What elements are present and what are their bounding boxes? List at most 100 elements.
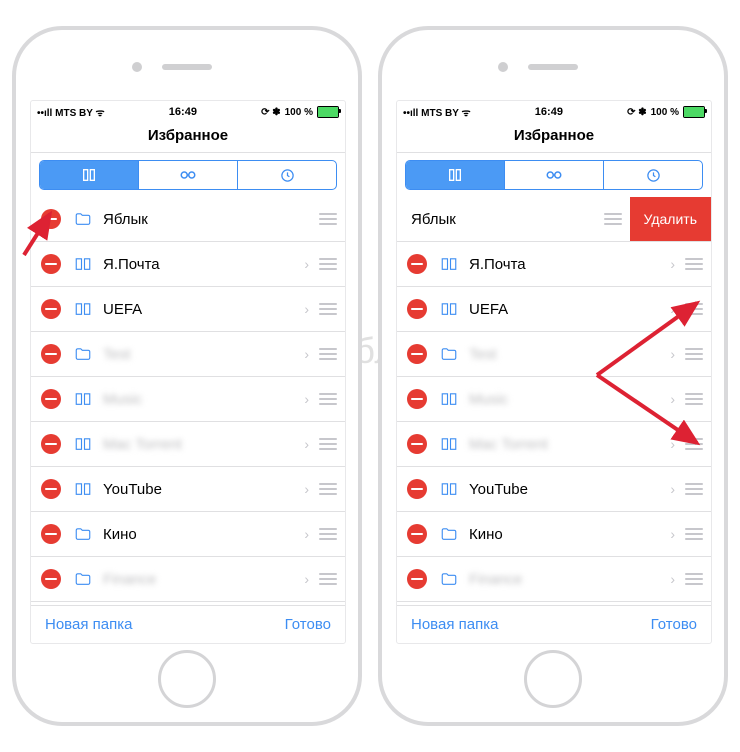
list-item[interactable]: YouTube›	[397, 467, 711, 512]
folder-icon	[73, 524, 93, 544]
list-item[interactable]: YouTube›	[31, 467, 345, 512]
drag-handle-icon[interactable]	[685, 483, 703, 495]
drag-handle-icon[interactable]	[685, 258, 703, 270]
chevron-right-icon: ›	[670, 571, 675, 587]
delete-minus-icon[interactable]	[41, 254, 61, 274]
list-item[interactable]: UEFA›	[397, 287, 711, 332]
phone-left: ••ıll MTS BY ᯤ 16:49 ⟳ ✽100 % Избранное	[12, 26, 362, 726]
done-button[interactable]: Готово	[651, 616, 697, 633]
list-item[interactable]: ЯблыкУдалить	[397, 197, 711, 242]
drag-handle-icon[interactable]	[604, 213, 622, 225]
delete-minus-icon[interactable]	[407, 389, 427, 409]
bookmark-icon	[439, 389, 459, 409]
item-title: Кино	[103, 526, 300, 543]
drag-handle-icon[interactable]	[685, 573, 703, 585]
drag-handle-icon[interactable]	[685, 348, 703, 360]
tab-reading-list[interactable]	[504, 161, 603, 189]
list-item[interactable]: Mac Torrent›	[397, 422, 711, 467]
item-title: UEFA	[103, 301, 300, 318]
bookmark-icon	[439, 254, 459, 274]
drag-handle-icon[interactable]	[685, 438, 703, 450]
page-title: Избранное	[397, 121, 711, 153]
drag-handle-icon[interactable]	[319, 258, 337, 270]
view-segmented-control[interactable]	[39, 160, 337, 190]
delete-minus-icon[interactable]	[41, 434, 61, 454]
delete-minus-icon[interactable]	[407, 254, 427, 274]
list-item[interactable]: Test›	[31, 332, 345, 377]
status-bar: ••ıll MTS BY ᯤ 16:49 ⟳ ✽100 %	[31, 101, 345, 121]
chevron-right-icon: ›	[304, 256, 309, 272]
new-folder-button[interactable]: Новая папка	[411, 616, 498, 633]
list-item[interactable]: Finance›	[397, 557, 711, 602]
chevron-right-icon: ›	[670, 346, 675, 362]
bookmark-icon	[73, 299, 93, 319]
item-title: Яблык	[103, 211, 315, 228]
tab-reading-list[interactable]	[138, 161, 237, 189]
clock: 16:49	[169, 106, 197, 118]
delete-minus-icon[interactable]	[407, 569, 427, 589]
list-item[interactable]: Finance›	[31, 557, 345, 602]
delete-minus-icon[interactable]	[407, 299, 427, 319]
tab-bookmarks[interactable]	[40, 161, 138, 189]
list-item[interactable]: Mac Torrent›	[31, 422, 345, 467]
bookmarks-list: ЯблыкУдалитьЯ.Почта›UEFA›Test›Music›Mac …	[397, 197, 711, 605]
front-camera	[132, 62, 142, 72]
delete-minus-icon[interactable]	[41, 344, 61, 364]
page-title: Избранное	[31, 121, 345, 153]
drag-handle-icon[interactable]	[685, 393, 703, 405]
item-title: YouTube	[103, 481, 300, 498]
drag-handle-icon[interactable]	[685, 303, 703, 315]
chevron-right-icon: ›	[304, 391, 309, 407]
delete-minus-icon[interactable]	[407, 344, 427, 364]
delete-minus-icon[interactable]	[407, 524, 427, 544]
delete-minus-icon[interactable]	[41, 569, 61, 589]
chevron-right-icon: ›	[670, 481, 675, 497]
drag-handle-icon[interactable]	[319, 438, 337, 450]
bookmark-icon	[73, 479, 93, 499]
chevron-right-icon: ›	[304, 301, 309, 317]
view-segmented-control[interactable]	[405, 160, 703, 190]
tab-bookmarks[interactable]	[406, 161, 504, 189]
delete-minus-icon[interactable]	[407, 479, 427, 499]
drag-handle-icon[interactable]	[319, 213, 337, 225]
item-title: Finance	[103, 571, 300, 588]
list-item[interactable]: Music›	[31, 377, 345, 422]
chevron-right-icon: ›	[304, 436, 309, 452]
list-item[interactable]: Music›	[397, 377, 711, 422]
done-button[interactable]: Готово	[285, 616, 331, 633]
drag-handle-icon[interactable]	[319, 528, 337, 540]
list-item[interactable]: Кино›	[397, 512, 711, 557]
item-title: Finance	[469, 571, 666, 588]
delete-minus-icon[interactable]	[41, 524, 61, 544]
drag-handle-icon[interactable]	[685, 528, 703, 540]
delete-minus-icon[interactable]	[41, 389, 61, 409]
delete-minus-icon[interactable]	[41, 479, 61, 499]
delete-minus-icon[interactable]	[41, 299, 61, 319]
drag-handle-icon[interactable]	[319, 573, 337, 585]
drag-handle-icon[interactable]	[319, 348, 337, 360]
item-title: Mac Torrent	[103, 436, 300, 453]
list-item[interactable]: Я.Почта›	[397, 242, 711, 287]
delete-button[interactable]: Удалить	[630, 197, 711, 241]
delete-minus-icon[interactable]	[407, 434, 427, 454]
item-title: Music	[469, 391, 666, 408]
list-item[interactable]: Яблык	[31, 197, 345, 242]
battery-icon	[317, 106, 339, 118]
home-button[interactable]	[524, 650, 582, 708]
list-item[interactable]: UEFA›	[31, 287, 345, 332]
drag-handle-icon[interactable]	[319, 303, 337, 315]
tab-history[interactable]	[603, 161, 702, 189]
new-folder-button[interactable]: Новая папка	[45, 616, 132, 633]
folder-icon	[73, 209, 93, 229]
status-bar: ••ıll MTS BY ᯤ 16:49 ⟳ ✽100 %	[397, 101, 711, 121]
drag-handle-icon[interactable]	[319, 393, 337, 405]
list-item[interactable]: Я.Почта›	[31, 242, 345, 287]
chevron-right-icon: ›	[670, 526, 675, 542]
list-item[interactable]: Кино›	[31, 512, 345, 557]
home-button[interactable]	[158, 650, 216, 708]
delete-minus-icon[interactable]	[41, 209, 61, 229]
folder-icon	[73, 344, 93, 364]
drag-handle-icon[interactable]	[319, 483, 337, 495]
tab-history[interactable]	[237, 161, 336, 189]
list-item[interactable]: Test›	[397, 332, 711, 377]
